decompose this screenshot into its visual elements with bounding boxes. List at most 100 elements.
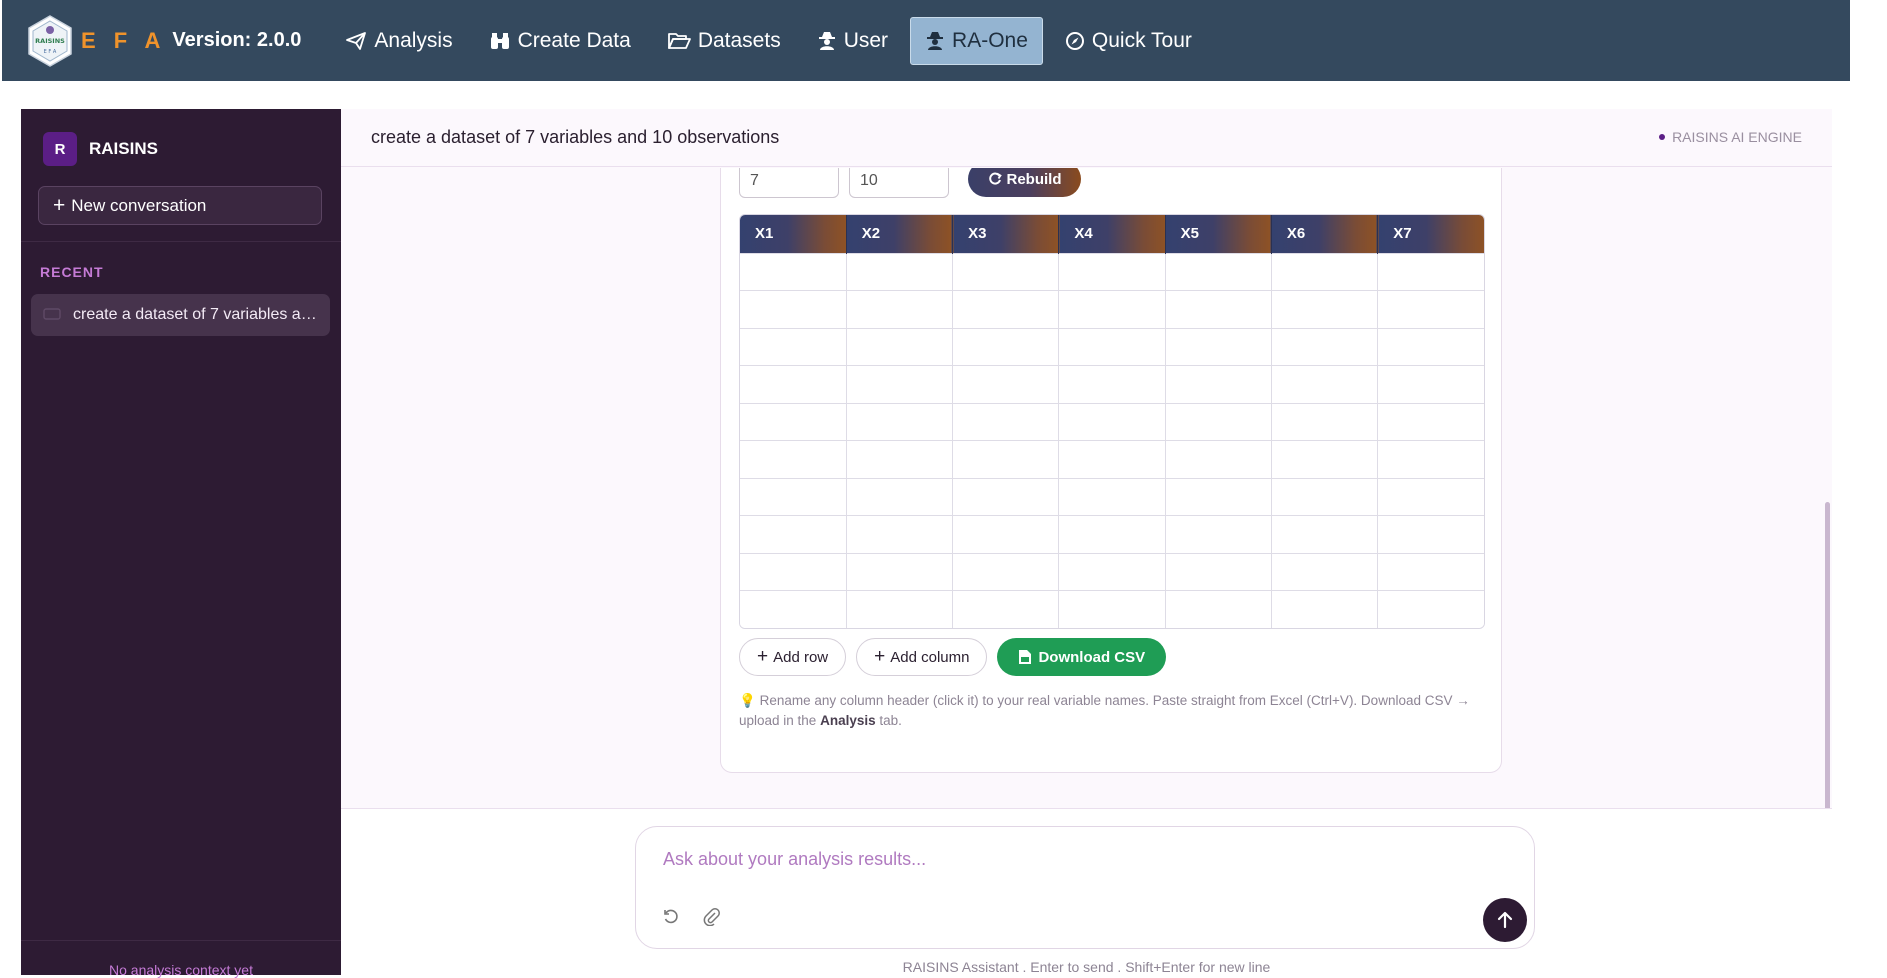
table-cell[interactable] [952,552,1060,591]
new-conversation-button[interactable]: + New conversation [38,186,322,225]
column-header[interactable]: X1 [740,215,847,253]
table-cell[interactable] [1271,552,1379,591]
nav-item-datasets[interactable]: Datasets [653,17,795,65]
table-cell[interactable] [1377,402,1484,441]
table-cell[interactable] [1058,290,1166,328]
column-header[interactable]: X6 [1271,215,1379,253]
table-cell[interactable] [1271,402,1379,441]
table-cell[interactable] [1165,402,1272,441]
table-cell[interactable] [1165,590,1272,628]
nav-item-analysis[interactable]: Analysis [331,17,466,65]
add-row-button[interactable]: + Add row [739,638,847,676]
table-cell[interactable] [740,590,847,628]
variables-input[interactable]: 7 [739,168,839,198]
scrollbar[interactable] [1825,502,1830,808]
refresh-icon [988,172,1002,185]
table-cell[interactable] [1058,440,1166,478]
table-cell[interactable] [740,552,847,591]
download-csv-button[interactable]: Download CSV [997,638,1167,676]
column-header[interactable]: X3 [952,215,1060,253]
message-composer[interactable]: Ask about your analysis results... [635,826,1535,949]
table-cell[interactable] [846,477,954,516]
message-scroll-area[interactable]: 7 10 Rebuild X1 X2 X3 X4 X5 X6 X7 + Add row [341,168,1832,808]
conversation-item[interactable]: create a dataset of 7 variables and 10 o… [31,294,330,336]
table-cell[interactable] [740,365,847,403]
table-cell[interactable] [1377,590,1484,628]
table-cell[interactable] [1271,590,1379,628]
paperclip-icon[interactable] [703,908,721,926]
table-cell[interactable] [846,515,954,553]
table-cell[interactable] [846,402,954,441]
table-cell[interactable] [1377,365,1484,403]
nav-item-user[interactable]: User [803,17,902,65]
table-cell[interactable] [1058,327,1166,366]
table-cell[interactable] [952,290,1060,328]
table-cell[interactable] [1165,477,1272,516]
table-cell[interactable] [1058,590,1166,628]
nav-item-quick-tour[interactable]: Quick Tour [1051,17,1206,65]
table-cell[interactable] [1271,290,1379,328]
table-cell[interactable] [1377,290,1484,328]
table-cell[interactable] [1058,515,1166,553]
nav-item-create-data[interactable]: Create Data [475,17,645,65]
table-cell[interactable] [740,440,847,478]
table-cell[interactable] [1271,515,1379,553]
table-cell[interactable] [846,440,954,478]
table-cell[interactable] [740,477,847,516]
table-cell[interactable] [1271,477,1379,516]
table-cell[interactable] [1271,327,1379,366]
table-cell[interactable] [1377,327,1484,366]
table-cell[interactable] [1165,515,1272,553]
table-cell[interactable] [952,252,1060,291]
table-cell[interactable] [1058,365,1166,403]
message-input[interactable]: Ask about your analysis results... [663,849,926,870]
table-cell[interactable] [846,252,954,291]
table-cell[interactable] [1377,440,1484,478]
table-cell[interactable] [1377,515,1484,553]
table-cell[interactable] [740,402,847,441]
column-header[interactable]: X7 [1377,215,1484,253]
column-header[interactable]: X4 [1058,215,1166,253]
send-button[interactable] [1483,898,1527,942]
table-cell[interactable] [1271,252,1379,291]
table-cell[interactable] [1377,252,1484,291]
table-cell[interactable] [1058,552,1166,591]
table-cell[interactable] [740,290,847,328]
brand[interactable]: RAISINS E F A E F A Version: 2.0.0 [27,14,301,67]
table-cell[interactable] [1271,365,1379,403]
table-cell[interactable] [846,590,954,628]
table-cell[interactable] [846,290,954,328]
table-cell[interactable] [952,477,1060,516]
table-cell[interactable] [952,515,1060,553]
table-cell[interactable] [1377,552,1484,591]
rebuild-button[interactable]: Rebuild [968,168,1081,197]
table-cell[interactable] [952,365,1060,403]
table-cell[interactable] [740,327,847,366]
table-cell[interactable] [1165,290,1272,328]
reset-icon[interactable] [662,908,680,926]
table-cell[interactable] [1165,327,1272,366]
add-column-button[interactable]: + Add column [856,638,988,676]
column-header[interactable]: X2 [846,215,954,253]
table-cell[interactable] [1165,440,1272,478]
table-cell[interactable] [846,552,954,591]
table-cell[interactable] [846,327,954,366]
column-header[interactable]: X5 [1165,215,1272,253]
table-cell[interactable] [1058,477,1166,516]
table-cell[interactable] [1165,252,1272,291]
table-cell[interactable] [1058,252,1166,291]
table-cell[interactable] [952,590,1060,628]
table-cell[interactable] [1058,402,1166,441]
table-cell[interactable] [1165,552,1272,591]
table-cell[interactable] [846,365,954,403]
table-cell[interactable] [952,440,1060,478]
table-cell[interactable] [1377,477,1484,516]
table-cell[interactable] [952,402,1060,441]
table-cell[interactable] [1165,365,1272,403]
table-cell[interactable] [952,327,1060,366]
table-cell[interactable] [1271,440,1379,478]
observations-input[interactable]: 10 [849,168,949,198]
nav-item-ra-one[interactable]: RA-One [910,16,1043,65]
table-cell[interactable] [740,252,847,291]
table-cell[interactable] [740,515,847,553]
